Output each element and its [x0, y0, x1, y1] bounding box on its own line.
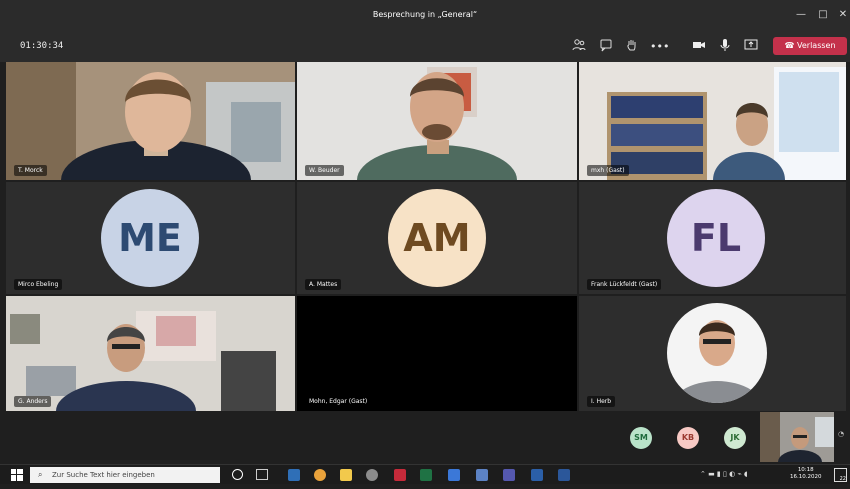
- taskbar-clock[interactable]: 10:18 16.10.2020: [790, 467, 822, 481]
- upload-icon[interactable]: [476, 469, 488, 481]
- leave-label: Verlassen: [797, 41, 836, 50]
- overflow-avatar-jk[interactable]: JK: [724, 427, 746, 449]
- more-options-button[interactable]: •••: [650, 38, 670, 56]
- participant-avatar: AM: [388, 189, 486, 287]
- video-tile-mohn-edgar[interactable]: Mohn, Edgar (Gast): [297, 296, 577, 411]
- chat-button[interactable]: [597, 38, 615, 56]
- participant-name: Mirco Ebeling: [14, 279, 63, 290]
- participant-name: mxh (Gast): [587, 165, 629, 176]
- window-title: Besprechung in „General“: [372, 10, 478, 19]
- excel-icon[interactable]: [420, 469, 432, 481]
- close-window-button[interactable]: ✕: [832, 6, 850, 24]
- leave-meeting-button[interactable]: ☎ Verlassen: [773, 37, 847, 55]
- share-screen-icon: [744, 39, 758, 50]
- cortana-icon[interactable]: [232, 469, 243, 480]
- camera-icon: [693, 42, 705, 48]
- participant-name: I. Herb: [587, 396, 616, 407]
- meeting-toolbar: 01:30:34 •••: [0, 32, 850, 62]
- ellipsis-icon: •••: [650, 40, 670, 53]
- search-placeholder: Zur Suche Text hier eingeben: [52, 471, 155, 479]
- expand-icon[interactable]: ◔: [838, 430, 848, 440]
- avatar-tile-a-mattes[interactable]: AM A. Mattes: [297, 182, 577, 294]
- teams-icon[interactable]: [503, 469, 515, 481]
- file-explorer-icon[interactable]: [340, 469, 352, 481]
- self-view[interactable]: [760, 412, 834, 462]
- title-bar: Besprechung in „General“ — □ ✕: [0, 0, 850, 32]
- microphone-icon: [720, 39, 730, 51]
- raise-hand-button[interactable]: [623, 38, 641, 56]
- notification-icon[interactable]: 22: [834, 468, 847, 482]
- avatar-tile-mirco-ebeling[interactable]: ME Mirco Ebeling: [6, 182, 295, 294]
- taskbar-search-input[interactable]: ⌕ Zur Suche Text hier eingeben: [30, 467, 220, 483]
- outlook-icon[interactable]: [288, 469, 300, 481]
- video-tile-t-morck[interactable]: T. Morck: [6, 62, 295, 180]
- word-icon[interactable]: [558, 469, 570, 481]
- hand-icon: [627, 40, 636, 51]
- clock-date: 16.10.2020: [790, 474, 822, 480]
- maximize-button[interactable]: □: [812, 6, 834, 24]
- chat-icon: [600, 39, 612, 52]
- video-feed-mxh: [579, 62, 846, 180]
- messaging-icon[interactable]: [448, 469, 460, 481]
- meeting-timer: 01:30:34: [20, 41, 64, 51]
- overflow-avatar-sm[interactable]: SM: [630, 427, 652, 449]
- search-icon: ⌕: [38, 470, 43, 479]
- video-tile-mxh[interactable]: mxh (Gast): [579, 62, 846, 180]
- self-view-feed: [760, 412, 834, 462]
- participant-avatar: ME: [101, 189, 199, 287]
- minimize-button[interactable]: —: [790, 6, 812, 24]
- app-bar-icon[interactable]: [531, 469, 543, 481]
- windows-start-icon[interactable]: [11, 469, 23, 481]
- clock-time: 10:18: [797, 467, 814, 473]
- participants-button[interactable]: [570, 38, 588, 56]
- microphone-button[interactable]: [716, 38, 734, 56]
- video-tile-g-anders[interactable]: G. Anders: [6, 296, 295, 411]
- participant-name: Mohn, Edgar (Gast): [305, 396, 372, 407]
- system-tray-icons[interactable]: ⌃ ▬ ▮ ▯ ◐ ⌁ ◖: [700, 470, 785, 480]
- participants-icon: [572, 39, 586, 51]
- video-feed-t-morck: [6, 62, 295, 180]
- video-feed-w-beuder: [297, 62, 577, 180]
- camera-button[interactable]: [690, 38, 708, 56]
- avatar-tile-frank-lueckfeldt[interactable]: FL Frank Lückfeldt (Gast): [579, 182, 846, 294]
- app-icon[interactable]: [366, 469, 378, 481]
- share-screen-button[interactable]: [742, 38, 760, 56]
- phone-hangup-icon: ☎: [784, 41, 795, 50]
- participant-avatar: FL: [667, 189, 765, 287]
- participant-name: A. Mattes: [305, 279, 342, 290]
- task-view-icon[interactable]: [256, 469, 268, 480]
- chrome-icon[interactable]: [314, 469, 326, 481]
- video-feed-g-anders: [6, 296, 295, 411]
- video-feed-i-herb: [579, 296, 846, 411]
- windows-taskbar: ⌕ Zur Suche Text hier eingeben ⌃ ▬ ▮ ▯ ◐…: [0, 464, 850, 484]
- participant-name: W. Beuder: [305, 165, 344, 176]
- overflow-avatar-kb[interactable]: KB: [677, 427, 699, 449]
- indesign-icon[interactable]: [394, 469, 406, 481]
- participant-name: Frank Lückfeldt (Gast): [587, 279, 662, 290]
- participant-name: G. Anders: [14, 396, 52, 407]
- participant-name: T. Morck: [14, 165, 47, 176]
- video-tile-i-herb[interactable]: I. Herb: [579, 296, 846, 411]
- video-tile-w-beuder[interactable]: W. Beuder: [297, 62, 577, 180]
